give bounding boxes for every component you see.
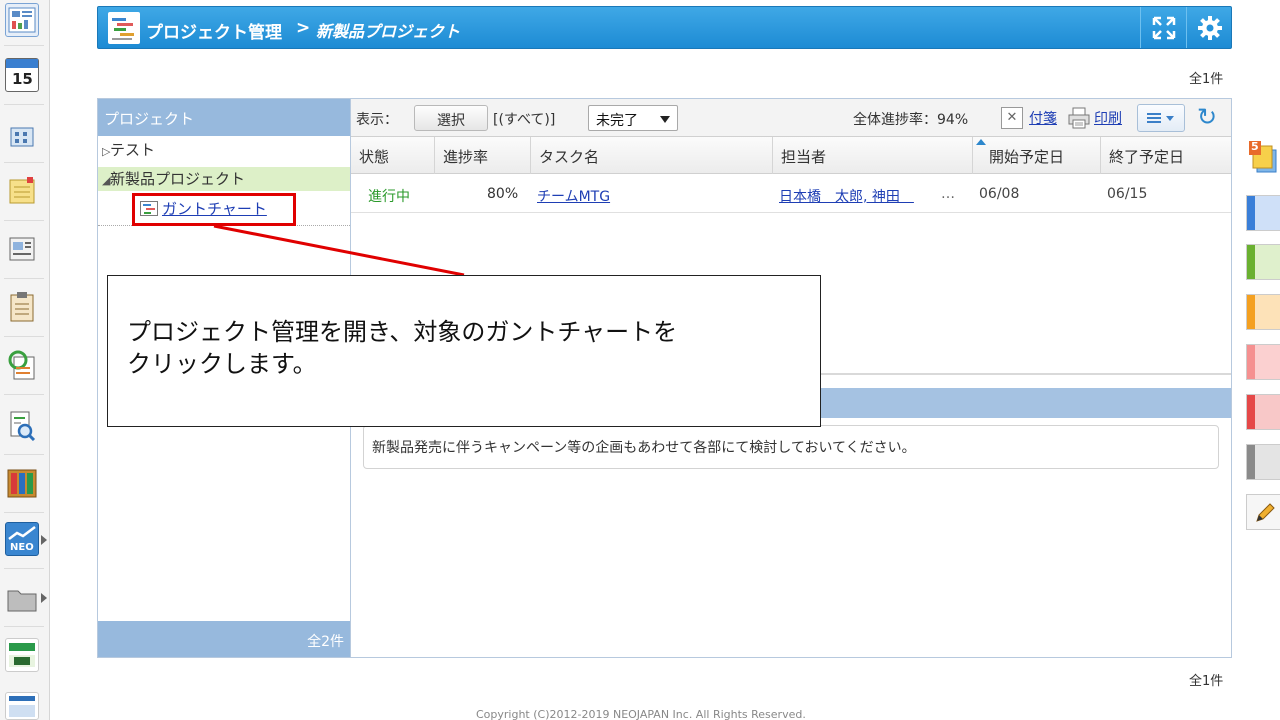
app-root: 15 NEO プロジェクト管理 > 新製品プロジェクト 全1件 プロジェクト ▷… [0,0,1280,720]
instruction-callout: プロジェクト管理を開き、対象のガントチャートを クリックします。 [107,275,821,427]
callout-line-1: プロジェクト管理を開き、対象のガントチャートを [127,318,678,346]
callout-line-2: クリックします。 [127,350,317,378]
